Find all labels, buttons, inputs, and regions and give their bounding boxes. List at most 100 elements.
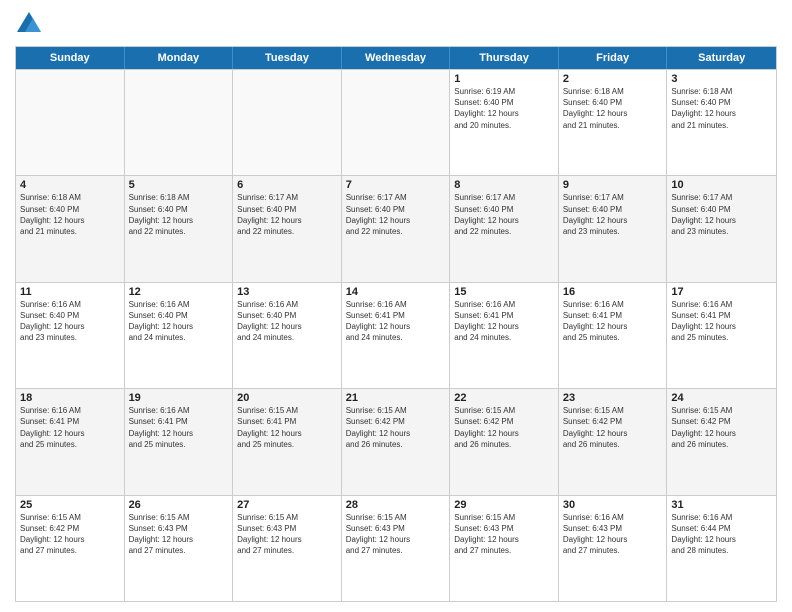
calendar-cell: 31Sunrise: 6:16 AM Sunset: 6:44 PM Dayli…	[667, 496, 776, 601]
calendar-cell: 21Sunrise: 6:15 AM Sunset: 6:42 PM Dayli…	[342, 389, 451, 494]
cell-details: Sunrise: 6:18 AM Sunset: 6:40 PM Dayligh…	[563, 86, 663, 131]
header-day: Friday	[559, 47, 668, 69]
cell-details: Sunrise: 6:17 AM Sunset: 6:40 PM Dayligh…	[237, 192, 337, 237]
day-number: 28	[346, 499, 446, 511]
page: SundayMondayTuesdayWednesdayThursdayFrid…	[0, 0, 792, 612]
calendar-cell: 10Sunrise: 6:17 AM Sunset: 6:40 PM Dayli…	[667, 176, 776, 281]
day-number: 4	[20, 179, 120, 191]
cell-details: Sunrise: 6:16 AM Sunset: 6:40 PM Dayligh…	[129, 299, 229, 344]
cell-details: Sunrise: 6:18 AM Sunset: 6:40 PM Dayligh…	[20, 192, 120, 237]
calendar: SundayMondayTuesdayWednesdayThursdayFrid…	[15, 46, 777, 602]
day-number: 10	[671, 179, 772, 191]
day-number: 22	[454, 392, 554, 404]
day-number: 1	[454, 73, 554, 85]
cell-details: Sunrise: 6:19 AM Sunset: 6:40 PM Dayligh…	[454, 86, 554, 131]
cell-details: Sunrise: 6:15 AM Sunset: 6:42 PM Dayligh…	[671, 405, 772, 450]
cell-details: Sunrise: 6:17 AM Sunset: 6:40 PM Dayligh…	[671, 192, 772, 237]
calendar-cell	[342, 70, 451, 175]
day-number: 2	[563, 73, 663, 85]
cell-details: Sunrise: 6:15 AM Sunset: 6:41 PM Dayligh…	[237, 405, 337, 450]
calendar-cell: 18Sunrise: 6:16 AM Sunset: 6:41 PM Dayli…	[16, 389, 125, 494]
day-number: 20	[237, 392, 337, 404]
calendar-cell: 7Sunrise: 6:17 AM Sunset: 6:40 PM Daylig…	[342, 176, 451, 281]
calendar-cell: 2Sunrise: 6:18 AM Sunset: 6:40 PM Daylig…	[559, 70, 668, 175]
day-number: 16	[563, 286, 663, 298]
cell-details: Sunrise: 6:15 AM Sunset: 6:42 PM Dayligh…	[563, 405, 663, 450]
calendar-cell: 11Sunrise: 6:16 AM Sunset: 6:40 PM Dayli…	[16, 283, 125, 388]
cell-details: Sunrise: 6:16 AM Sunset: 6:41 PM Dayligh…	[454, 299, 554, 344]
calendar-cell: 9Sunrise: 6:17 AM Sunset: 6:40 PM Daylig…	[559, 176, 668, 281]
day-number: 31	[671, 499, 772, 511]
calendar-cell	[125, 70, 234, 175]
calendar-cell: 22Sunrise: 6:15 AM Sunset: 6:42 PM Dayli…	[450, 389, 559, 494]
calendar-cell: 27Sunrise: 6:15 AM Sunset: 6:43 PM Dayli…	[233, 496, 342, 601]
cell-details: Sunrise: 6:16 AM Sunset: 6:44 PM Dayligh…	[671, 512, 772, 557]
header-day: Thursday	[450, 47, 559, 69]
calendar-cell: 5Sunrise: 6:18 AM Sunset: 6:40 PM Daylig…	[125, 176, 234, 281]
cell-details: Sunrise: 6:15 AM Sunset: 6:43 PM Dayligh…	[454, 512, 554, 557]
cell-details: Sunrise: 6:18 AM Sunset: 6:40 PM Dayligh…	[671, 86, 772, 131]
day-number: 23	[563, 392, 663, 404]
calendar-row: 25Sunrise: 6:15 AM Sunset: 6:42 PM Dayli…	[16, 495, 776, 601]
cell-details: Sunrise: 6:15 AM Sunset: 6:42 PM Dayligh…	[20, 512, 120, 557]
calendar-cell: 30Sunrise: 6:16 AM Sunset: 6:43 PM Dayli…	[559, 496, 668, 601]
header	[15, 10, 777, 38]
calendar-cell: 19Sunrise: 6:16 AM Sunset: 6:41 PM Dayli…	[125, 389, 234, 494]
day-number: 8	[454, 179, 554, 191]
day-number: 18	[20, 392, 120, 404]
day-number: 30	[563, 499, 663, 511]
calendar-cell: 13Sunrise: 6:16 AM Sunset: 6:40 PM Dayli…	[233, 283, 342, 388]
day-number: 24	[671, 392, 772, 404]
day-number: 9	[563, 179, 663, 191]
cell-details: Sunrise: 6:15 AM Sunset: 6:43 PM Dayligh…	[237, 512, 337, 557]
cell-details: Sunrise: 6:18 AM Sunset: 6:40 PM Dayligh…	[129, 192, 229, 237]
cell-details: Sunrise: 6:16 AM Sunset: 6:41 PM Dayligh…	[671, 299, 772, 344]
day-number: 26	[129, 499, 229, 511]
cell-details: Sunrise: 6:16 AM Sunset: 6:40 PM Dayligh…	[20, 299, 120, 344]
day-number: 27	[237, 499, 337, 511]
day-number: 7	[346, 179, 446, 191]
day-number: 6	[237, 179, 337, 191]
day-number: 15	[454, 286, 554, 298]
calendar-cell	[233, 70, 342, 175]
calendar-row: 18Sunrise: 6:16 AM Sunset: 6:41 PM Dayli…	[16, 388, 776, 494]
day-number: 19	[129, 392, 229, 404]
day-number: 14	[346, 286, 446, 298]
calendar-cell: 29Sunrise: 6:15 AM Sunset: 6:43 PM Dayli…	[450, 496, 559, 601]
calendar-row: 4Sunrise: 6:18 AM Sunset: 6:40 PM Daylig…	[16, 175, 776, 281]
cell-details: Sunrise: 6:15 AM Sunset: 6:42 PM Dayligh…	[346, 405, 446, 450]
calendar-cell: 17Sunrise: 6:16 AM Sunset: 6:41 PM Dayli…	[667, 283, 776, 388]
cell-details: Sunrise: 6:15 AM Sunset: 6:43 PM Dayligh…	[129, 512, 229, 557]
calendar-header: SundayMondayTuesdayWednesdayThursdayFrid…	[16, 47, 776, 69]
cell-details: Sunrise: 6:17 AM Sunset: 6:40 PM Dayligh…	[346, 192, 446, 237]
calendar-cell: 12Sunrise: 6:16 AM Sunset: 6:40 PM Dayli…	[125, 283, 234, 388]
day-number: 25	[20, 499, 120, 511]
calendar-cell: 16Sunrise: 6:16 AM Sunset: 6:41 PM Dayli…	[559, 283, 668, 388]
cell-details: Sunrise: 6:16 AM Sunset: 6:41 PM Dayligh…	[563, 299, 663, 344]
day-number: 11	[20, 286, 120, 298]
logo	[15, 10, 47, 38]
cell-details: Sunrise: 6:17 AM Sunset: 6:40 PM Dayligh…	[563, 192, 663, 237]
header-day: Wednesday	[342, 47, 451, 69]
calendar-cell: 8Sunrise: 6:17 AM Sunset: 6:40 PM Daylig…	[450, 176, 559, 281]
logo-icon	[15, 10, 43, 38]
calendar-cell: 24Sunrise: 6:15 AM Sunset: 6:42 PM Dayli…	[667, 389, 776, 494]
calendar-body: 1Sunrise: 6:19 AM Sunset: 6:40 PM Daylig…	[16, 69, 776, 601]
cell-details: Sunrise: 6:16 AM Sunset: 6:41 PM Dayligh…	[346, 299, 446, 344]
cell-details: Sunrise: 6:16 AM Sunset: 6:40 PM Dayligh…	[237, 299, 337, 344]
calendar-cell: 23Sunrise: 6:15 AM Sunset: 6:42 PM Dayli…	[559, 389, 668, 494]
cell-details: Sunrise: 6:17 AM Sunset: 6:40 PM Dayligh…	[454, 192, 554, 237]
cell-details: Sunrise: 6:16 AM Sunset: 6:43 PM Dayligh…	[563, 512, 663, 557]
calendar-cell: 6Sunrise: 6:17 AM Sunset: 6:40 PM Daylig…	[233, 176, 342, 281]
calendar-cell: 1Sunrise: 6:19 AM Sunset: 6:40 PM Daylig…	[450, 70, 559, 175]
calendar-cell: 15Sunrise: 6:16 AM Sunset: 6:41 PM Dayli…	[450, 283, 559, 388]
day-number: 21	[346, 392, 446, 404]
calendar-cell: 3Sunrise: 6:18 AM Sunset: 6:40 PM Daylig…	[667, 70, 776, 175]
calendar-cell: 20Sunrise: 6:15 AM Sunset: 6:41 PM Dayli…	[233, 389, 342, 494]
header-day: Sunday	[16, 47, 125, 69]
calendar-cell: 4Sunrise: 6:18 AM Sunset: 6:40 PM Daylig…	[16, 176, 125, 281]
header-day: Saturday	[667, 47, 776, 69]
calendar-row: 11Sunrise: 6:16 AM Sunset: 6:40 PM Dayli…	[16, 282, 776, 388]
day-number: 13	[237, 286, 337, 298]
day-number: 12	[129, 286, 229, 298]
